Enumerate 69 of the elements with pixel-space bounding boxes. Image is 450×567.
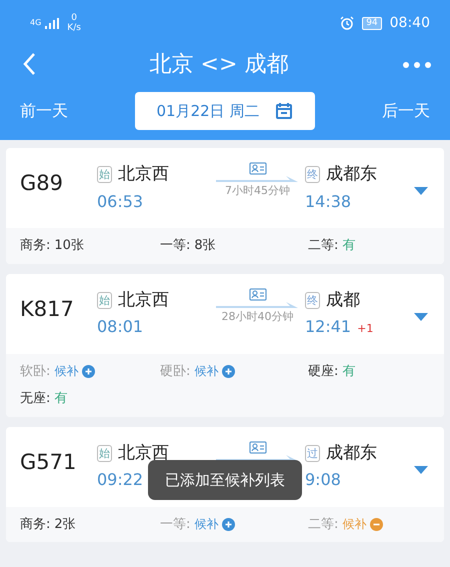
id-card-icon (248, 162, 266, 175)
station-tag: 始 (97, 444, 112, 462)
station-name: 北京西 (118, 163, 169, 186)
alarm-icon (340, 16, 354, 30)
network-label: 4G (30, 17, 42, 29)
seat-availability: 候补 (342, 516, 366, 534)
plus-icon[interactable] (222, 364, 236, 378)
departure-time: 09:22 (97, 469, 144, 491)
seat-class: 无座: (20, 390, 50, 408)
arrival-time: 9:08 (305, 469, 341, 491)
toast-message: 已添加至候补列表 (148, 460, 302, 500)
speed-value: 0 (70, 13, 78, 23)
station-tag: 过 (305, 444, 320, 462)
station-name: 北京西 (118, 288, 169, 312)
seat-availability: 有 (342, 237, 356, 255)
page-title: 北京 <> 成都 (150, 50, 288, 78)
travel-duration: 7小时45分钟 (225, 183, 290, 199)
departure-time: 06:53 (97, 190, 144, 212)
travel-duration: 28小时40分钟 (222, 308, 294, 324)
train-card[interactable]: G89 始 北京西 06:53 7小时45分钟 终 成都东 14:38 商务: 10张 一等: 8张 二等: 有 (6, 148, 444, 264)
back-button[interactable] (22, 52, 36, 76)
id-card-icon (248, 440, 266, 454)
station-tag: 始 (97, 166, 112, 184)
dropdown-caret-icon[interactable] (414, 466, 428, 474)
dropdown-caret-icon[interactable] (414, 312, 428, 320)
battery-level: 94 (362, 16, 382, 30)
seat-availability: 有 (54, 390, 68, 408)
seat-class: 二等: (308, 237, 338, 255)
arrow-icon (216, 300, 300, 308)
arrow-icon (216, 175, 300, 183)
seat-availability: 10张 (54, 237, 84, 255)
seat-availability: 候补 (54, 363, 78, 380)
arrival-time: 12:41 (305, 316, 352, 338)
arrival-time: 14:38 (305, 190, 352, 212)
train-number: G571 (20, 448, 78, 476)
station-tag: 终 (305, 166, 320, 184)
seat-class: 软卧: (20, 362, 50, 380)
seat-availability: 2张 (54, 516, 76, 534)
seat-availability: 有 (342, 362, 356, 380)
day-offset: +1 (357, 321, 374, 337)
dropdown-caret-icon[interactable] (414, 187, 428, 195)
clock-time: 08:40 (390, 14, 430, 32)
seat-availability: 候补 (194, 516, 218, 534)
seat-class: 一等: (160, 237, 190, 255)
station-name: 成都东 (326, 442, 377, 464)
minus-icon[interactable] (370, 518, 384, 531)
seat-availability: 候补 (194, 363, 218, 380)
seat-class: 商务: (20, 237, 50, 255)
plus-icon[interactable] (82, 364, 96, 378)
signal-icon (45, 18, 60, 29)
departure-time: 08:01 (97, 316, 144, 338)
train-number: K817 (20, 296, 75, 322)
seat-class: 商务: (20, 516, 50, 534)
seat-availability: 8张 (194, 237, 216, 255)
seat-class: 硬座: (308, 362, 338, 380)
train-number: G89 (20, 170, 64, 197)
station-tag: 终 (305, 292, 320, 309)
station-name: 成都东 (326, 163, 377, 186)
seat-class: 一等: (160, 516, 190, 534)
id-card-icon (248, 288, 266, 300)
station-tag: 始 (97, 292, 112, 309)
seat-class: 二等: (308, 516, 338, 534)
date-picker[interactable]: 01月22日 周二 (135, 92, 315, 130)
seat-class: 硬卧: (160, 362, 190, 380)
speed-unit: K/s (67, 23, 81, 33)
more-icon[interactable] (402, 60, 432, 69)
plus-icon[interactable] (222, 518, 236, 531)
calendar-icon (275, 102, 294, 120)
station-name: 成都 (326, 288, 360, 312)
